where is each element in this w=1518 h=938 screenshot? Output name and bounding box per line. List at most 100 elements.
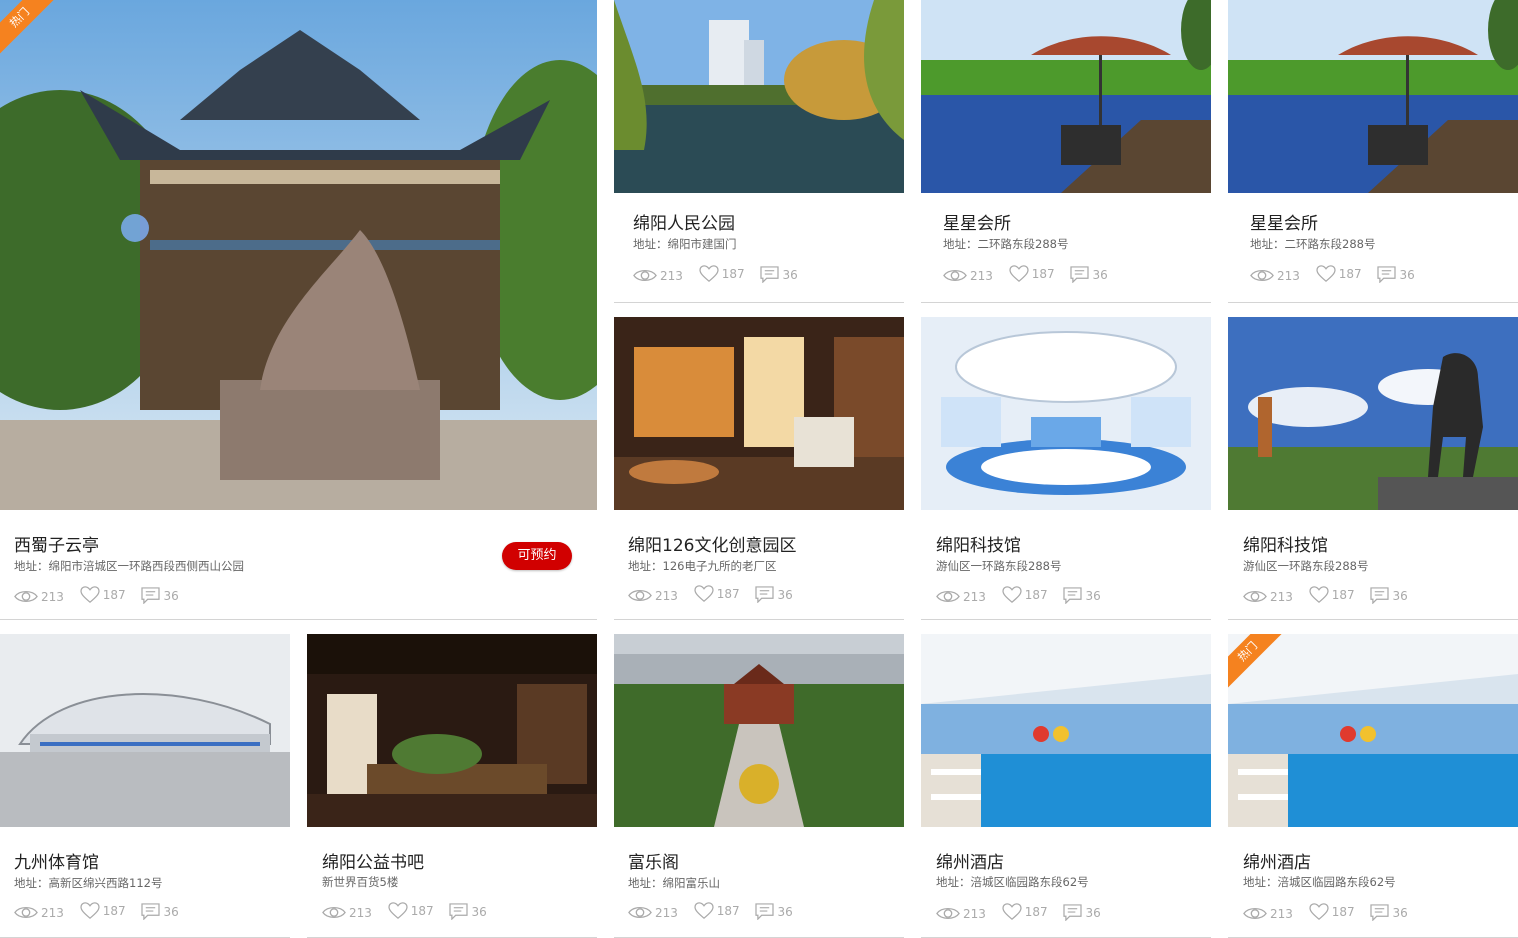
likes-count: 187 (1024, 588, 1048, 602)
likes-stat[interactable]: 187 (80, 586, 126, 604)
eye-icon (1243, 906, 1267, 921)
card[interactable]: 星星会所 地址：二环路东段288号 213 187 36 (921, 0, 1211, 303)
card-title[interactable]: 绵阳公益书吧 (322, 848, 424, 873)
comments-stat[interactable]: 36 (141, 903, 179, 920)
likes-stat[interactable]: 187 (694, 902, 740, 920)
card[interactable]: 绵阳科技馆 游仙区一环路东段288号 213 187 36 (921, 317, 1211, 620)
card-stats: 213 187 36 (628, 585, 805, 607)
likes-count: 187 (716, 904, 740, 918)
card[interactable]: 热门 绵州酒店 地址：涪城区临园路东段62号 213 187 36 (1228, 634, 1518, 938)
heart-icon[interactable] (388, 902, 408, 920)
card-image[interactable] (921, 634, 1211, 827)
card-title[interactable]: 星星会所 (943, 209, 1011, 234)
views-stat: 213 (943, 268, 993, 283)
card-title[interactable]: 绵州酒店 (936, 848, 1004, 873)
heart-icon[interactable] (1309, 586, 1329, 604)
card-image[interactable] (0, 0, 597, 510)
card-large[interactable]: 热门 西蜀子云亭 地址：绵阳市涪城区一环路西段西侧西山公园 可预约 213 18… (0, 0, 597, 620)
card-stats: 213 187 36 (943, 265, 1120, 287)
comments-stat[interactable]: 36 (1370, 587, 1408, 604)
comments-stat[interactable]: 36 (1063, 904, 1101, 921)
card[interactable]: 绵阳人民公园 地址：绵阳市建国门 213 187 36 (614, 0, 904, 303)
card-image[interactable] (307, 634, 597, 827)
card-image[interactable] (614, 0, 904, 193)
card[interactable]: 九州体育馆 地址：高新区绵兴西路112号 213 187 36 (0, 634, 290, 938)
likes-stat[interactable]: 187 (1009, 265, 1055, 283)
comments-stat[interactable]: 36 (760, 266, 798, 283)
heart-icon[interactable] (694, 585, 714, 603)
card[interactable]: 星星会所 地址：二环路东段288号 213 187 36 (1228, 0, 1518, 303)
heart-icon[interactable] (699, 265, 719, 283)
card-image[interactable] (614, 634, 904, 827)
likes-stat[interactable]: 187 (1002, 586, 1048, 604)
comments-stat[interactable]: 36 (1370, 904, 1408, 921)
likes-count: 187 (102, 588, 126, 602)
likes-stat[interactable]: 187 (388, 902, 434, 920)
views-stat: 213 (322, 905, 372, 920)
reserve-button[interactable]: 可预约 (502, 542, 572, 570)
comment-icon[interactable] (1063, 904, 1082, 921)
card-image[interactable] (614, 317, 904, 510)
heart-icon[interactable] (694, 902, 714, 920)
card[interactable]: 绵阳126文化创意园区 地址：126电子九所的老厂区 213 187 36 (614, 317, 904, 620)
comment-icon[interactable] (1377, 266, 1396, 283)
card-title[interactable]: 富乐阁 (628, 848, 679, 873)
card-title[interactable]: 西蜀子云亭 (14, 531, 99, 556)
comment-icon[interactable] (1370, 904, 1389, 921)
card-image[interactable] (921, 317, 1211, 510)
comment-icon[interactable] (755, 586, 774, 603)
likes-stat[interactable]: 187 (694, 585, 740, 603)
comments-stat[interactable]: 36 (449, 903, 487, 920)
heart-icon[interactable] (1009, 265, 1029, 283)
comment-icon[interactable] (1070, 266, 1089, 283)
card[interactable]: 富乐阁 地址：绵阳富乐山 213 187 36 (614, 634, 904, 938)
likes-stat[interactable]: 187 (1309, 586, 1355, 604)
views-stat: 213 (628, 588, 678, 603)
card-title[interactable]: 绵州酒店 (1243, 848, 1311, 873)
comment-icon[interactable] (1063, 587, 1082, 604)
card-title[interactable]: 星星会所 (1250, 209, 1318, 234)
comments-stat[interactable]: 36 (755, 903, 793, 920)
card-title[interactable]: 绵阳科技馆 (1243, 531, 1328, 556)
card-image[interactable] (1228, 634, 1518, 827)
comment-icon[interactable] (141, 903, 160, 920)
heart-icon[interactable] (1316, 265, 1336, 283)
card-stats: 213 187 36 (633, 265, 810, 287)
views-stat: 213 (14, 905, 64, 920)
card-title[interactable]: 绵阳科技馆 (936, 531, 1021, 556)
likes-count: 187 (1338, 267, 1362, 281)
comments-stat[interactable]: 36 (1063, 587, 1101, 604)
comment-icon[interactable] (760, 266, 779, 283)
card-image[interactable] (921, 0, 1211, 193)
comments-stat[interactable]: 36 (141, 587, 179, 604)
likes-stat[interactable]: 187 (1309, 903, 1355, 921)
card[interactable]: 绵州酒店 地址：涪城区临园路东段62号 213 187 36 (921, 634, 1211, 938)
likes-count: 187 (721, 267, 745, 281)
card-title[interactable]: 绵阳人民公园 (633, 209, 735, 234)
heart-icon[interactable] (80, 902, 100, 920)
comments-stat[interactable]: 36 (755, 586, 793, 603)
heart-icon[interactable] (80, 586, 100, 604)
card-image[interactable] (1228, 0, 1518, 193)
comment-icon[interactable] (141, 587, 160, 604)
card-image[interactable] (1228, 317, 1518, 510)
likes-stat[interactable]: 187 (699, 265, 745, 283)
comments-stat[interactable]: 36 (1070, 266, 1108, 283)
comment-icon[interactable] (755, 903, 774, 920)
comments-stat[interactable]: 36 (1377, 266, 1415, 283)
heart-icon[interactable] (1002, 586, 1022, 604)
card-title[interactable]: 绵阳126文化创意园区 (628, 531, 796, 556)
heart-icon[interactable] (1309, 903, 1329, 921)
likes-stat[interactable]: 187 (80, 902, 126, 920)
card-image[interactable] (0, 634, 290, 827)
card-title[interactable]: 九州体育馆 (14, 848, 99, 873)
comments-count: 36 (782, 267, 798, 282)
likes-stat[interactable]: 187 (1316, 265, 1362, 283)
likes-stat[interactable]: 187 (1002, 903, 1048, 921)
comment-icon[interactable] (1370, 587, 1389, 604)
card[interactable]: 绵阳科技馆 游仙区一环路东段288号 213 187 36 (1228, 317, 1518, 620)
heart-icon[interactable] (1002, 903, 1022, 921)
eye-icon (943, 268, 967, 283)
card[interactable]: 绵阳公益书吧 新世界百货5楼 213 187 36 (307, 634, 597, 938)
comment-icon[interactable] (449, 903, 468, 920)
